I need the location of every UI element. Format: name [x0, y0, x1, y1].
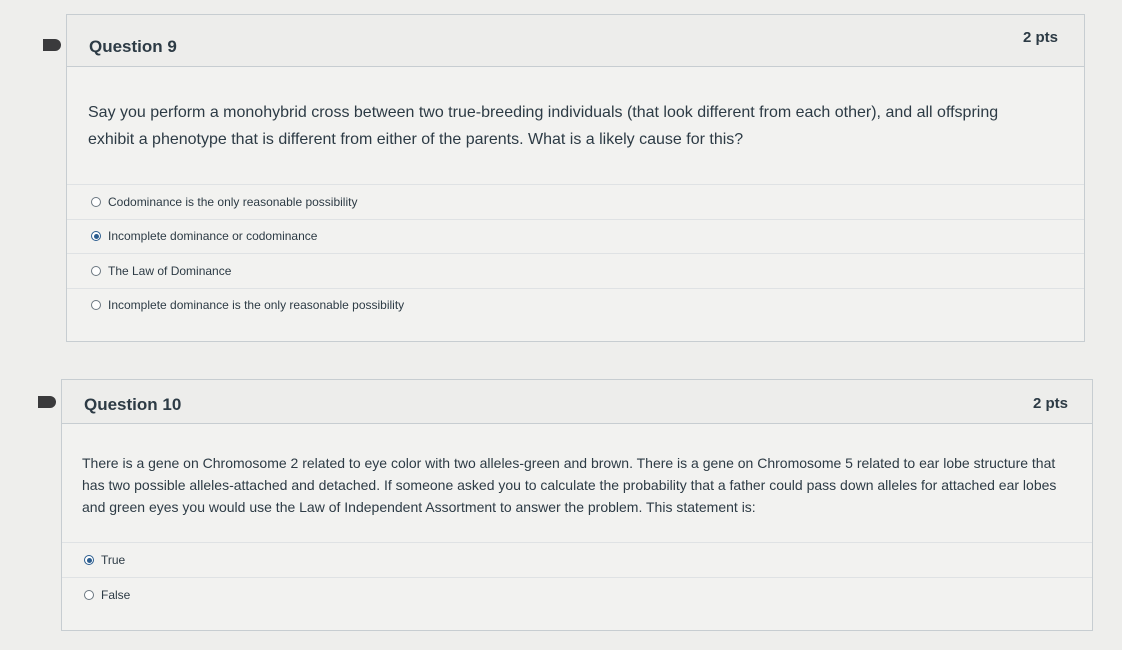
question-10-header: Question 10 2 pts	[62, 380, 1092, 424]
question-10-text: There is a gene on Chromosome 2 related …	[82, 455, 1057, 515]
answer-label: Incomplete dominance or codominance	[108, 229, 318, 244]
radio-button[interactable]	[91, 196, 101, 207]
question-9-points: 2 pts	[1022, 29, 1058, 46]
question-10-card: Question 10 2 pts There is a gene on Chr…	[61, 379, 1093, 631]
answer-label: The Law of Dominance	[108, 263, 232, 278]
radio-button[interactable]	[84, 590, 94, 600]
answer-option[interactable]: Incomplete dominance or codominance	[67, 218, 1084, 254]
answer-option[interactable]: Codominance is the only reasonable possi…	[67, 184, 1084, 219]
radio-button-selected[interactable]	[91, 231, 101, 242]
answer-label: True	[101, 553, 126, 567]
question-10-flag-icon[interactable]	[38, 396, 56, 408]
radio-button[interactable]	[91, 300, 101, 311]
radio-button[interactable]	[91, 265, 101, 276]
question-10-title: Question 10	[84, 395, 182, 414]
answer-option[interactable]: The Law of Dominance	[67, 253, 1084, 288]
question-9-text: Say you perform a monohybrid cross betwe…	[88, 104, 999, 148]
question-9-header: Question 9 2 pts	[67, 15, 1084, 67]
question-9-card: Question 9 2 pts Say you perform a monoh…	[66, 14, 1085, 342]
question-9-title: Question 9	[89, 37, 177, 56]
answer-option[interactable]: False	[62, 577, 1092, 612]
question-9-flag-icon[interactable]	[43, 39, 61, 51]
answer-label: Incomplete dominance is the only reasona…	[108, 298, 405, 313]
answer-label: Codominance is the only reasonable possi…	[108, 194, 358, 209]
radio-button-selected[interactable]	[84, 555, 94, 565]
answer-option[interactable]: Incomplete dominance is the only reasona…	[67, 287, 1084, 323]
question-9-answers: Codominance is the only reasonable possi…	[67, 184, 1084, 322]
answer-option[interactable]: True	[62, 542, 1092, 577]
answer-label: False	[101, 588, 131, 602]
question-10-answers: True False	[62, 542, 1092, 612]
question-10-points: 2 pts	[1032, 395, 1068, 412]
